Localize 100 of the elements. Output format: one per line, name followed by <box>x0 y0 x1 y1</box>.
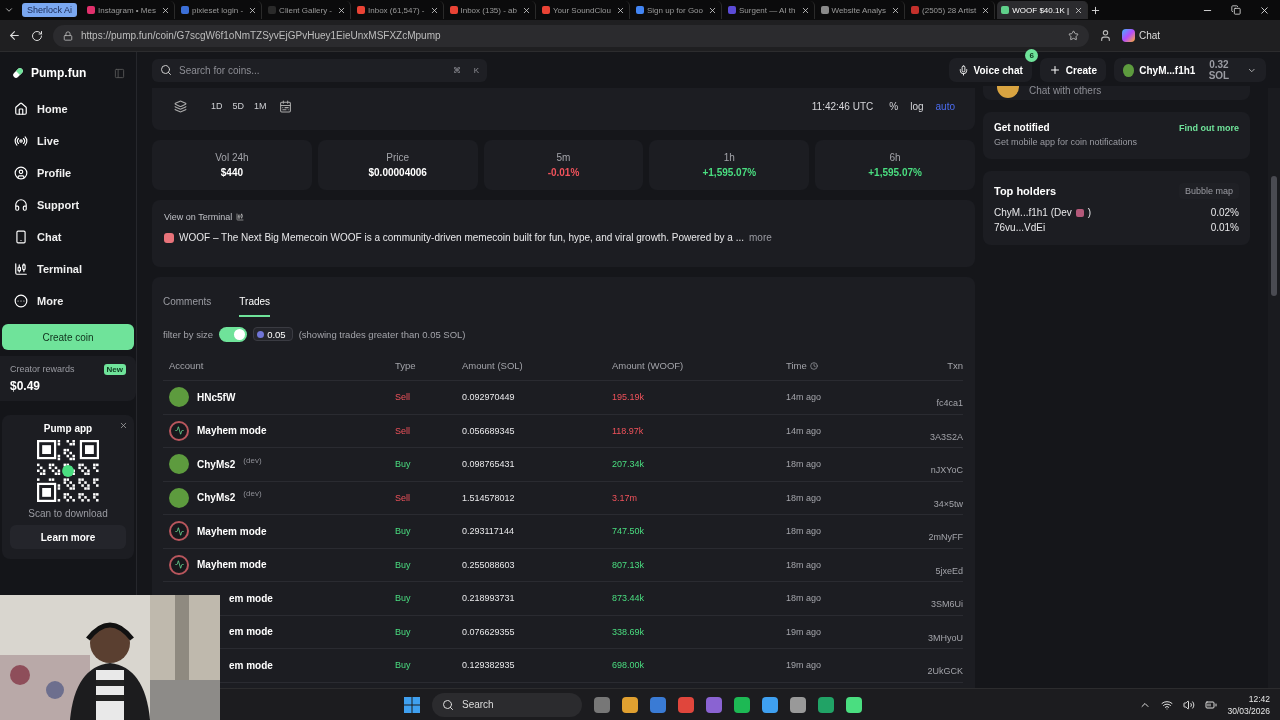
account-name[interactable]: ChyMs2 <box>197 492 236 504</box>
holder-name[interactable]: 76vu...VdEi <box>994 222 1046 233</box>
close-icon[interactable] <box>522 5 531 15</box>
close-icon[interactable] <box>248 5 258 15</box>
account-name[interactable]: em mode <box>229 626 273 638</box>
app-icon[interactable] <box>650 696 666 713</box>
app-icon[interactable] <box>678 696 694 713</box>
close-icon[interactable] <box>1259 4 1270 16</box>
account-name[interactable]: ChyMs2 <box>197 458 236 470</box>
layers-icon[interactable] <box>174 99 187 113</box>
chevron-down-icon[interactable] <box>4 5 14 15</box>
close-icon[interactable] <box>708 5 717 15</box>
browser-tab[interactable]: Inbox (135) - ab <box>445 1 536 19</box>
create-button[interactable]: Create <box>1039 58 1106 82</box>
account-button[interactable]: ChyM...f1h1 0.32 SOL <box>1114 58 1266 82</box>
create-coin-button[interactable]: Create coin <box>2 324 134 350</box>
txn-link[interactable]: 3SM6Ui <box>873 599 963 610</box>
chat-button[interactable]: Chat <box>1122 29 1161 42</box>
browser-tab[interactable]: Inbox (61,547) - <box>353 1 444 19</box>
txn-link[interactable]: 2UkGCK <box>873 666 963 677</box>
nav-item[interactable]: Support <box>7 192 129 218</box>
txn-link[interactable]: nJXYoC <box>873 465 963 476</box>
nav-item[interactable]: Chat <box>7 224 129 250</box>
txn-link[interactable]: 5jxeEd <box>873 565 963 576</box>
browser-tab[interactable]: Instagram • Mes <box>83 1 175 19</box>
browser-tab[interactable]: pixieset login - <box>176 1 263 19</box>
app-icon[interactable] <box>846 696 862 713</box>
logo-text[interactable]: Pump.fun <box>31 66 108 80</box>
nav-item[interactable]: Home <box>7 96 129 122</box>
scale-option[interactable]: % <box>889 100 899 112</box>
stat-value: $0.00004006 <box>368 167 427 178</box>
account-name[interactable]: Mayhem mode <box>197 525 267 537</box>
learn-more-button[interactable]: Learn more <box>10 525 126 549</box>
close-icon[interactable] <box>160 5 170 15</box>
nav-item[interactable]: More <box>7 288 129 314</box>
app-icon[interactable] <box>622 696 638 713</box>
stat-label: 1h <box>723 152 735 163</box>
close-icon[interactable] <box>891 5 901 15</box>
terminal-link[interactable]: View on Terminal <box>164 212 963 222</box>
close-icon[interactable] <box>1074 5 1084 15</box>
app-icon[interactable] <box>762 696 778 713</box>
wifi-icon[interactable] <box>1161 698 1174 711</box>
close-icon[interactable] <box>981 5 991 15</box>
find-out-more-link[interactable]: Find out more <box>1179 122 1239 133</box>
browser-tab[interactable]: WOOF $40.1K | <box>997 1 1089 19</box>
calendar-icon[interactable] <box>278 99 292 113</box>
close-icon[interactable] <box>337 5 346 15</box>
battery-icon[interactable] <box>1205 698 1218 711</box>
txn-link[interactable]: 3A3S2A <box>873 431 963 442</box>
account-name[interactable]: em mode <box>229 659 273 671</box>
range-button[interactable]: 1M <box>254 101 267 111</box>
nav-item[interactable]: Profile <box>7 160 129 186</box>
panel-tab[interactable]: Comments <box>163 296 212 317</box>
account-name[interactable]: Mayhem mode <box>197 559 267 571</box>
windows-logo-icon[interactable] <box>404 696 420 713</box>
txn-link[interactable]: 34×5tw <box>873 498 963 509</box>
txn-link[interactable]: 3MHyoU <box>873 632 963 643</box>
address-bar[interactable]: https://pump.fun/coin/G7scgW6f1oNmTZSyvEjGPvHuey1EieUnxMSFXZcMpump <box>53 24 1089 47</box>
back-icon[interactable] <box>8 29 21 42</box>
browser-tab[interactable]: Your SoundClou <box>538 1 630 19</box>
txn-link[interactable]: 2mNyFF <box>873 532 963 543</box>
scale-option[interactable]: auto <box>935 100 955 112</box>
close-icon[interactable] <box>615 5 625 15</box>
sidebar-toggle-icon[interactable] <box>114 67 125 79</box>
scrollbar-thumb[interactable] <box>1271 176 1277 296</box>
app-icon[interactable] <box>818 696 834 713</box>
tab-group-label[interactable]: Sherlock Ai <box>22 3 78 17</box>
panel-tab[interactable]: Trades <box>239 296 271 317</box>
browser-tab[interactable]: Website Analys <box>816 1 906 19</box>
voice-chat-button[interactable]: Voice chat <box>948 58 1032 82</box>
profile-icon[interactable] <box>1099 29 1112 42</box>
filter-toggle[interactable] <box>219 326 248 342</box>
txn-link[interactable]: fc4ca1 <box>873 398 963 409</box>
star-icon[interactable] <box>1068 30 1079 41</box>
close-icon[interactable] <box>800 5 810 15</box>
search-field[interactable]: Search for coins... ⌘ K <box>152 58 487 82</box>
restore-icon[interactable] <box>1231 5 1241 15</box>
new-tab-icon[interactable] <box>1090 4 1102 16</box>
account-name[interactable]: HNc5fW <box>197 391 236 403</box>
browser-tab[interactable]: Client Gallery - <box>264 1 351 19</box>
refresh-icon[interactable] <box>31 29 43 42</box>
range-button[interactable]: 1D <box>211 101 223 111</box>
holder-name[interactable]: ChyM...f1h1 (Dev ) <box>994 207 1092 218</box>
volume-icon[interactable] <box>1183 698 1196 711</box>
close-icon[interactable] <box>429 5 439 15</box>
scale-option[interactable]: log <box>910 100 924 112</box>
more-link[interactable]: more <box>749 232 772 243</box>
browser-tab[interactable]: Sign up for Goo <box>631 1 722 19</box>
size-field[interactable]: 0.05 <box>253 327 293 341</box>
nav-item[interactable]: Terminal <box>7 256 129 282</box>
app-icon[interactable] <box>790 696 806 713</box>
app-icon[interactable] <box>734 696 750 713</box>
taskbar-search[interactable]: Search <box>432 692 582 717</box>
taskbar-clock[interactable]: 12:42 30/03/2026 <box>1227 693 1270 716</box>
range-button[interactable]: 5D <box>232 101 245 111</box>
browser-tab[interactable]: Surgent — AI th <box>724 1 815 19</box>
nav-item[interactable]: Live <box>7 128 129 154</box>
account-name[interactable]: em mode <box>229 592 273 604</box>
browser-tab[interactable]: (2505) 28 Artist <box>907 1 996 19</box>
account-name[interactable]: Mayhem mode <box>197 425 267 437</box>
